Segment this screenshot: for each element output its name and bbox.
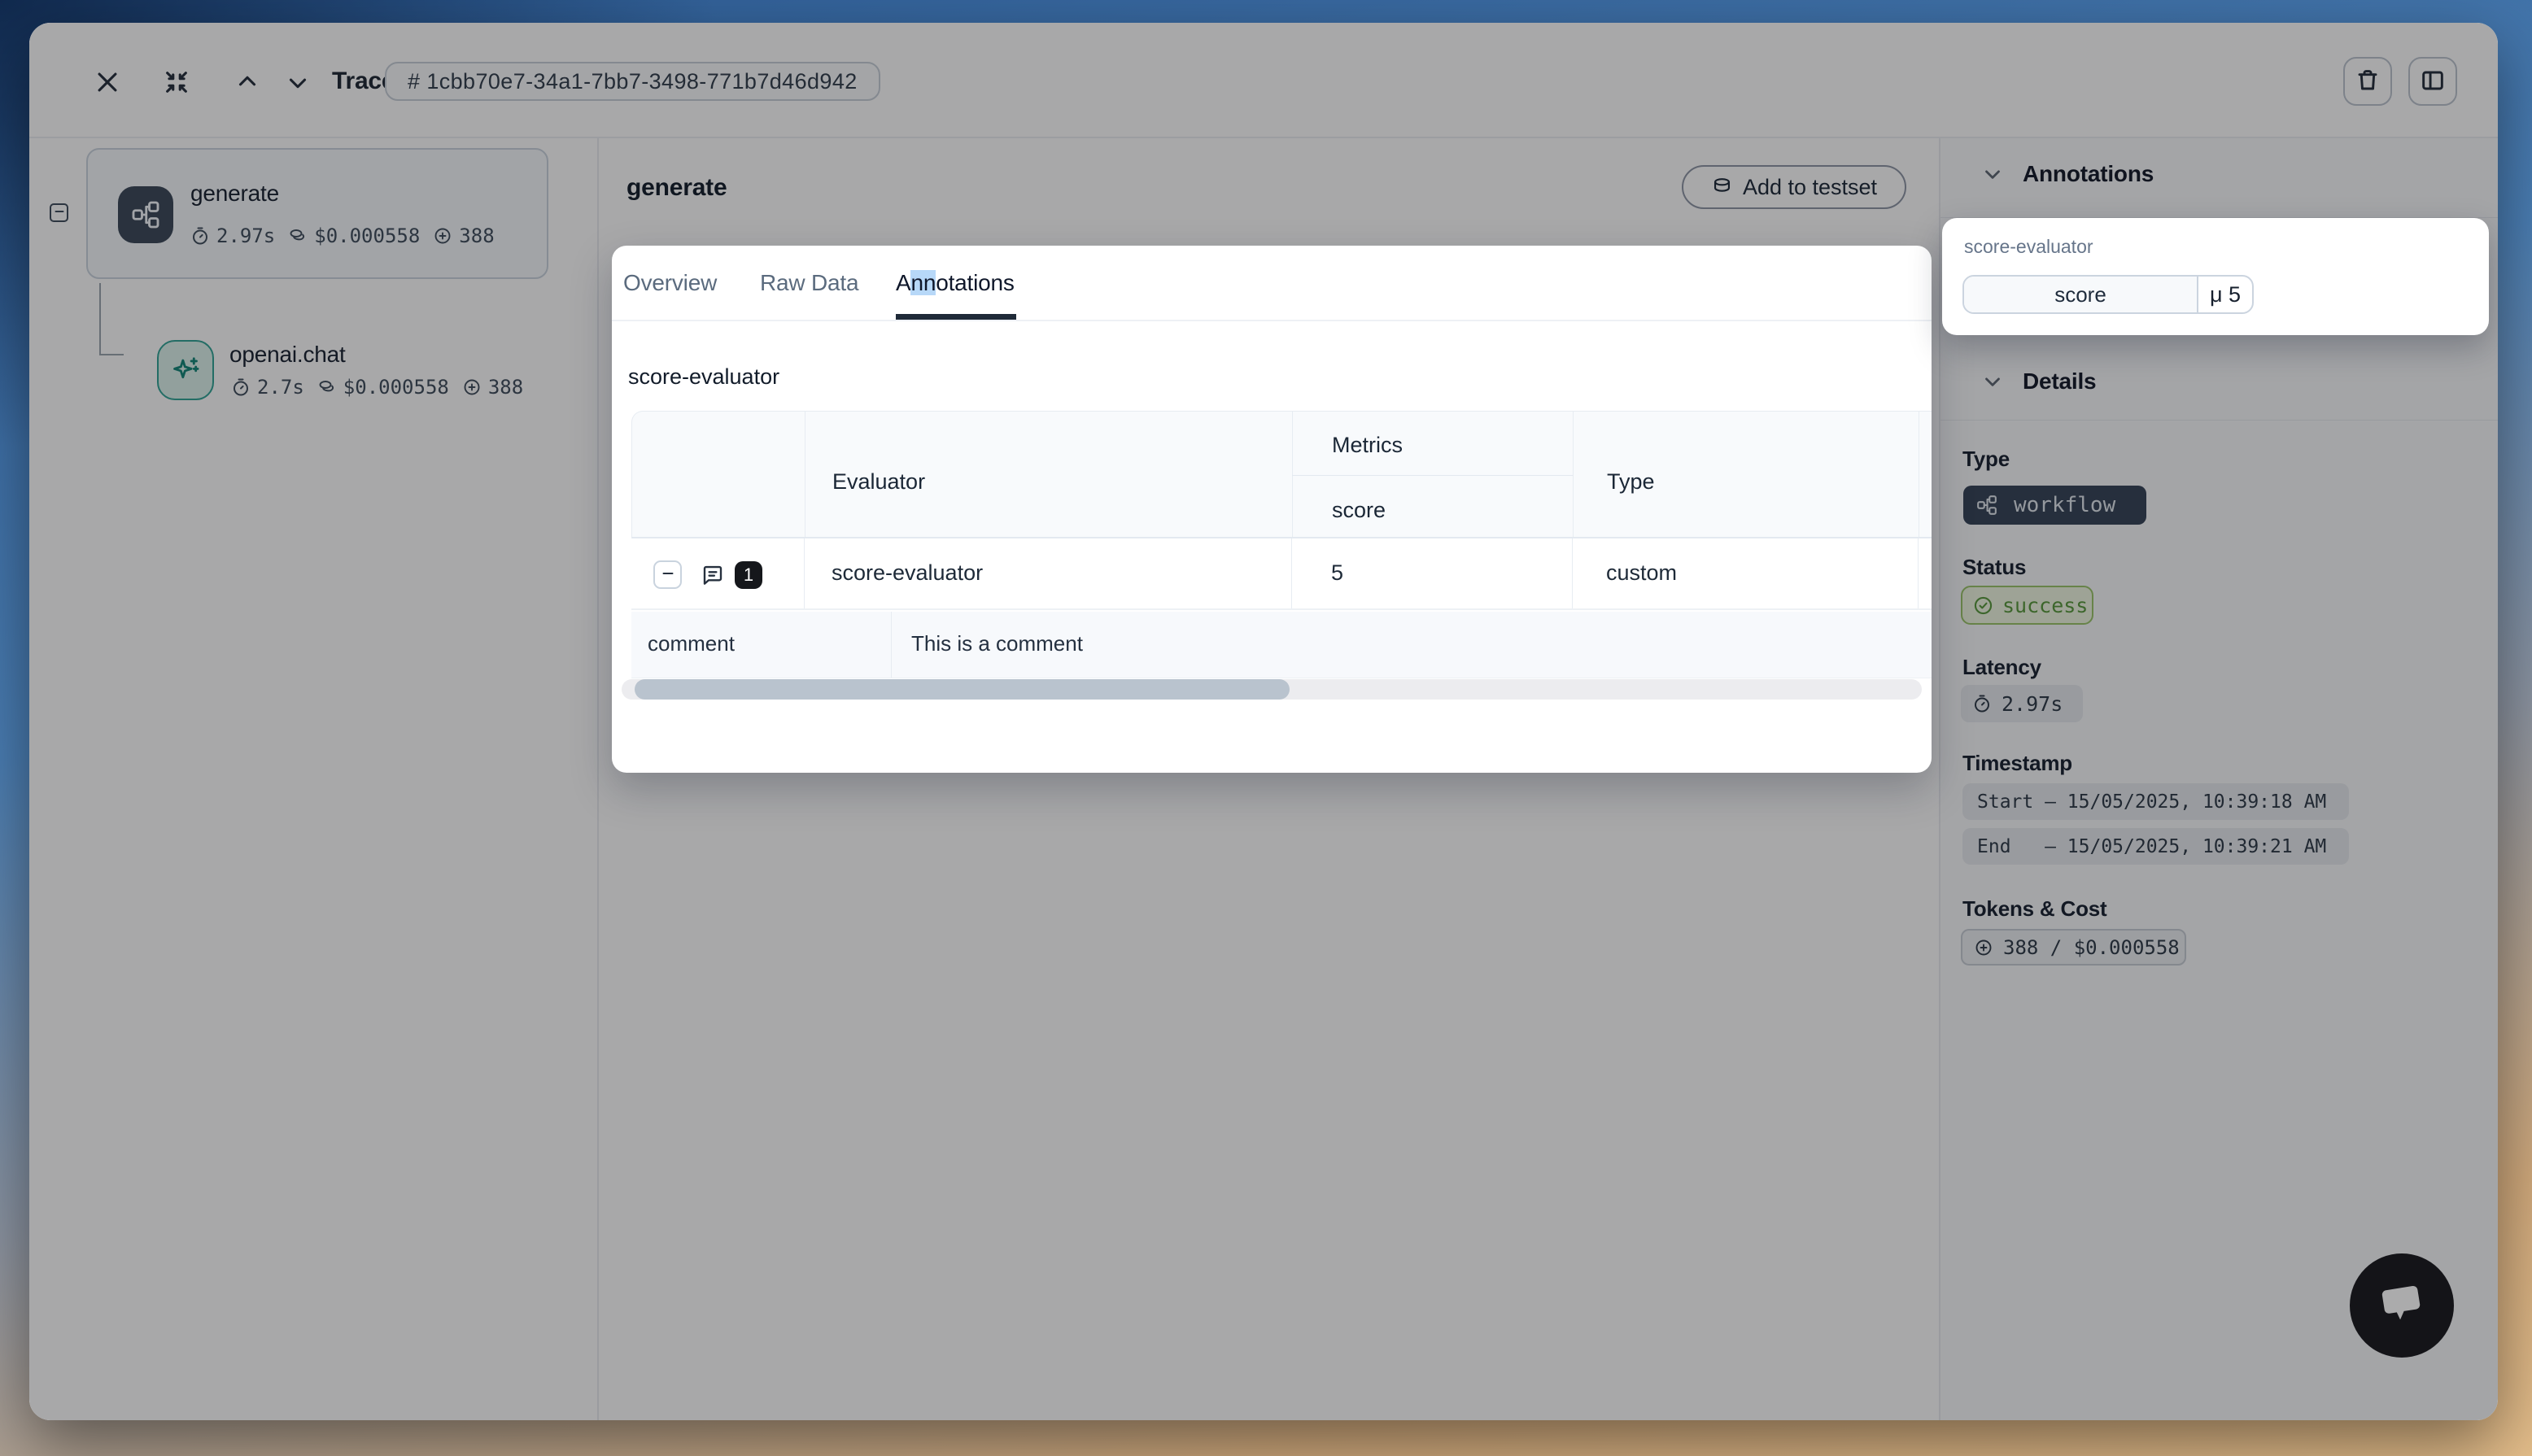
tab-annotations[interactable]: Annotations (896, 268, 1015, 298)
col-header-evaluator: Evaluator (832, 469, 925, 495)
comment-key: comment (648, 631, 735, 656)
annotation-popover: score-evaluator score μ 5 (1942, 218, 2489, 335)
comment-value: This is a comment (911, 631, 1083, 656)
comment-icon[interactable] (701, 563, 725, 587)
table-header-row: Evaluator Metrics score Type (631, 411, 1932, 538)
span-detail-panel: Overview Raw Data Annotations score-eval… (612, 246, 1932, 773)
active-tab-underline (896, 314, 1016, 320)
metric-name-segment[interactable]: score (1964, 277, 2198, 312)
page-background: Trace # 1cbb70e7-34a1-7bb7-3498-771b7d46… (0, 0, 2532, 1456)
trace-sheet: Trace # 1cbb70e7-34a1-7bb7-3498-771b7d46… (29, 23, 2498, 1420)
popover-evaluator-label: score-evaluator (1964, 236, 2093, 258)
horizontal-scrollbar[interactable] (622, 679, 1922, 700)
evaluator-section-title: score-evaluator (628, 364, 779, 390)
scrollbar-thumb[interactable] (635, 679, 1290, 700)
col-subheader-score: score (1332, 498, 1386, 523)
metric-control: score μ 5 (1962, 275, 2254, 314)
cell-type: custom (1606, 560, 1677, 586)
cell-evaluator: score-evaluator (832, 560, 983, 586)
tab-raw-data[interactable]: Raw Data (760, 268, 858, 298)
text-selection-highlight: nn (910, 270, 936, 295)
tab-overview[interactable]: Overview (623, 268, 717, 298)
cell-score: 5 (1331, 560, 1343, 586)
col-header-metrics: Metrics (1332, 433, 1403, 458)
comment-subrow: comment This is a comment (631, 612, 1932, 678)
table-row[interactable]: 1 score-evaluator 5 custom (631, 538, 1932, 610)
metric-mean-segment[interactable]: μ 5 (2198, 277, 2252, 312)
comment-count-badge: 1 (735, 561, 762, 589)
tabs-divider (612, 320, 1932, 321)
metrics-subheader-divider (1292, 475, 1573, 476)
col-header-type: Type (1607, 469, 1655, 495)
minus-icon (661, 566, 675, 583)
collapse-row-button[interactable] (653, 560, 682, 589)
